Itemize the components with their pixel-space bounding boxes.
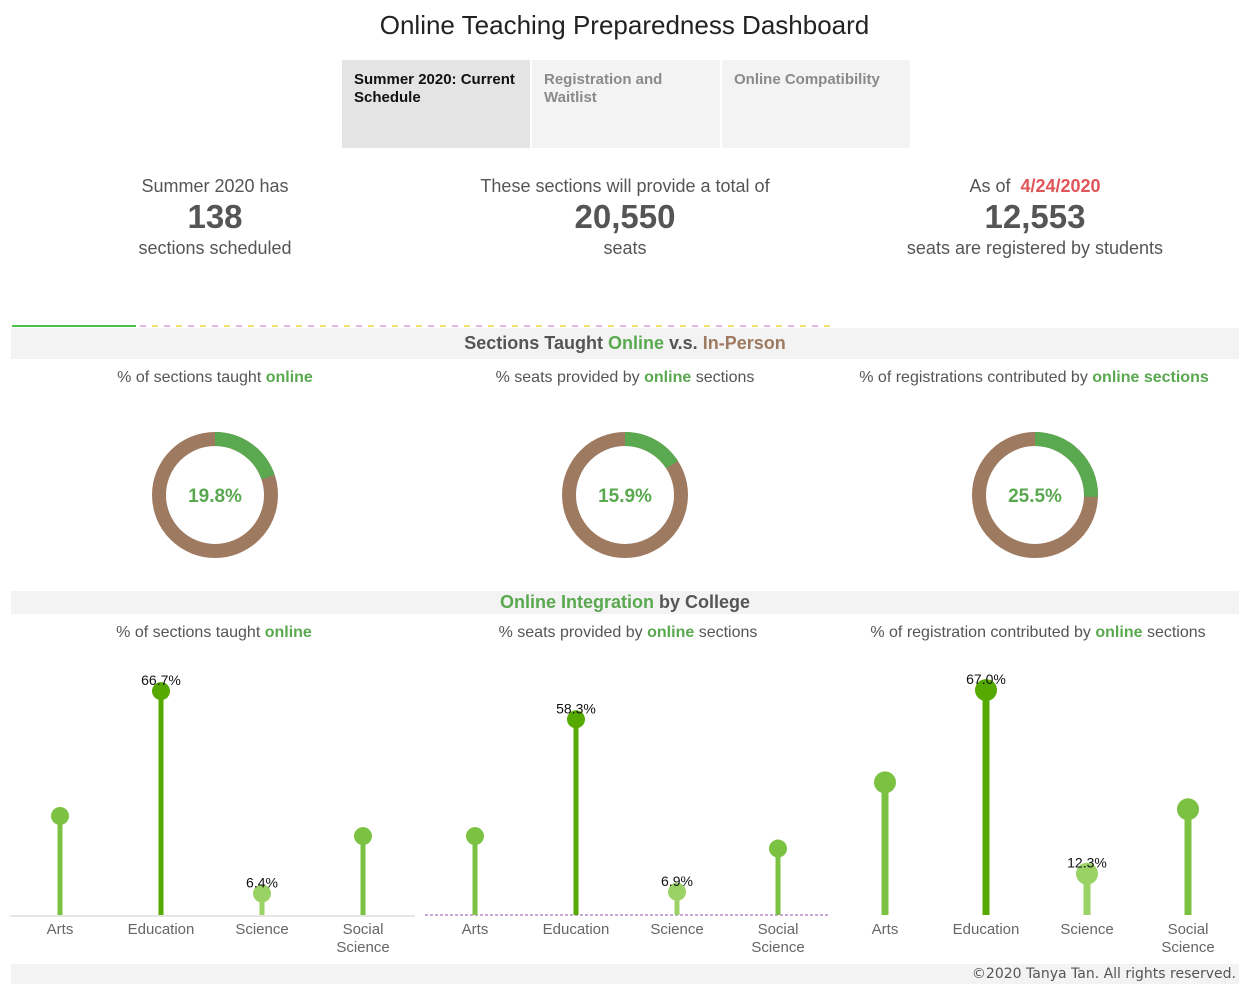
separator-line (12, 325, 136, 327)
data-label: 66.7% (141, 672, 181, 688)
data-label: 67.0% (966, 671, 1006, 687)
donut-title-seats: % seats provided by online sections (425, 369, 825, 387)
kpi-sections-pre: Summer 2020 has (141, 176, 289, 196)
lollipop-title-sections: % of sections taught online (14, 624, 414, 642)
lollipop-point (769, 839, 787, 858)
category-label: Arts (47, 921, 74, 938)
category-label: Education (128, 921, 195, 938)
kpi-sections: Summer 2020 has 138 sections scheduled (15, 175, 415, 259)
tab-bar: Summer 2020: Current Schedule Registrati… (342, 60, 912, 148)
kpi-sections-post: sections scheduled (138, 238, 292, 258)
lollipop-title-pre: % of registration contributed by (870, 624, 1091, 641)
donut-title-bold: online sections (1092, 369, 1209, 386)
kpi-seats-pre: These sections will provide a total of (480, 176, 770, 196)
data-label: 6.9% (661, 873, 693, 889)
band1-part3: v.s. (669, 333, 698, 353)
category-label: Science (336, 939, 389, 956)
category-label: Science (1161, 939, 1214, 956)
kpi-registered: As of 4/24/2020 12,553 seats are registe… (835, 175, 1235, 259)
lollipop-title-pre: % of sections taught (116, 624, 261, 641)
category-label: Social (1168, 921, 1209, 938)
kpi-seats-post: seats (603, 238, 647, 258)
lollipop-title-pre: % seats provided by (498, 624, 643, 641)
lollipop-chart-sections: Arts66.7%Education6.4%Science SocialScien… (10, 672, 415, 956)
band1-part4: In-Person (702, 333, 786, 353)
band1-part2: Online (607, 333, 664, 353)
tab-current-schedule[interactable]: Summer 2020: Current Schedule (342, 60, 530, 148)
dashboard-title: Online Teaching Preparedness Dashboard (379, 10, 870, 40)
kpi-seats: These sections will provide a total of 2… (425, 175, 825, 259)
donut-title-pre: % of registrations contributed by (859, 369, 1088, 386)
donut-title-post: sections (695, 369, 755, 386)
category-label: Science (751, 939, 804, 956)
tab-online-compatibility[interactable]: Online Compatibility (722, 60, 910, 148)
donut-center-label: 15.9% (598, 486, 652, 507)
donut-title-pre: % seats provided by (495, 369, 640, 386)
band2-part1: Online Integration (499, 592, 654, 612)
kpi-registered-value: 12,553 (984, 198, 1086, 235)
donut-title-sections: % of sections taught online (15, 369, 415, 387)
lollipop-title-bold: online (264, 624, 312, 641)
donut-title-pre: % of sections taught (117, 369, 262, 386)
data-label: 6.4% (246, 875, 278, 891)
lollipop-point (51, 806, 69, 825)
lollipop-chart-registrations: Arts67.0%Education12.3%Science SocialScie… (872, 671, 1215, 956)
data-label: 58.3% (556, 700, 596, 716)
donut-title-bold: online (644, 369, 692, 386)
donut-chart-sections: 19.8% (152, 432, 278, 558)
kpi-sections-value: 138 (187, 198, 243, 235)
lollipop-point (1177, 798, 1199, 821)
lollipop-title-seats: % seats provided by online sections (428, 624, 828, 642)
donut-center-label: 25.5% (1008, 486, 1062, 507)
category-label: Science (235, 921, 288, 938)
lollipop-chart-seats: Arts58.3%Education6.9%Science SocialScien… (425, 700, 830, 956)
category-label: Social (758, 921, 799, 938)
category-label: Arts (872, 921, 899, 938)
lollipop-point (874, 771, 896, 794)
lollipop-point (354, 827, 372, 846)
kpi-registered-pre: As of (969, 176, 1011, 196)
donut-center-label: 19.8% (188, 486, 242, 507)
separator-line (140, 325, 830, 327)
lollipop-title-registrations: % of registration contributed by online … (838, 624, 1238, 642)
lollipop-title-bold: online (1095, 624, 1143, 641)
band1-part1: Sections Taught (464, 333, 603, 353)
kpi-seats-value: 20,550 (574, 198, 676, 235)
section-header-online-integration: Online Integration by College (11, 591, 1239, 614)
category-label: Science (650, 921, 703, 938)
band2-part2: by College (659, 592, 751, 612)
donut-title-bold: online (265, 369, 313, 386)
category-label: Science (1060, 921, 1113, 938)
kpi-registered-post: seats are registered by students (906, 238, 1164, 258)
kpi-registered-pre-line: As of 4/24/2020 (835, 175, 1235, 197)
donut-title-registrations: % of registrations contributed by online… (834, 369, 1234, 387)
tab-registration-waitlist[interactable]: Registration and Waitlist (532, 60, 720, 148)
section-header-online-vs-inperson: Sections Taught Online v.s. In-Person (11, 328, 1239, 359)
lollipop-title-post: sections (1146, 624, 1206, 641)
lollipop-point (466, 827, 484, 846)
category-label: Education (953, 921, 1020, 938)
donut-chart-seats: 15.9% (562, 432, 688, 558)
lollipop-title-bold: online (647, 624, 695, 641)
copyright-footer: ©2020 Tanya Tan. All rights reserved. (11, 964, 1239, 984)
category-label: Education (543, 921, 610, 938)
kpi-registered-date: 4/24/2020 (1020, 176, 1101, 196)
category-label: Arts (462, 921, 489, 938)
donut-chart-registrations: 25.5% (972, 432, 1098, 558)
category-label: Social (343, 921, 384, 938)
data-label: 12.3% (1067, 855, 1107, 871)
lollipop-title-post: sections (698, 624, 758, 641)
